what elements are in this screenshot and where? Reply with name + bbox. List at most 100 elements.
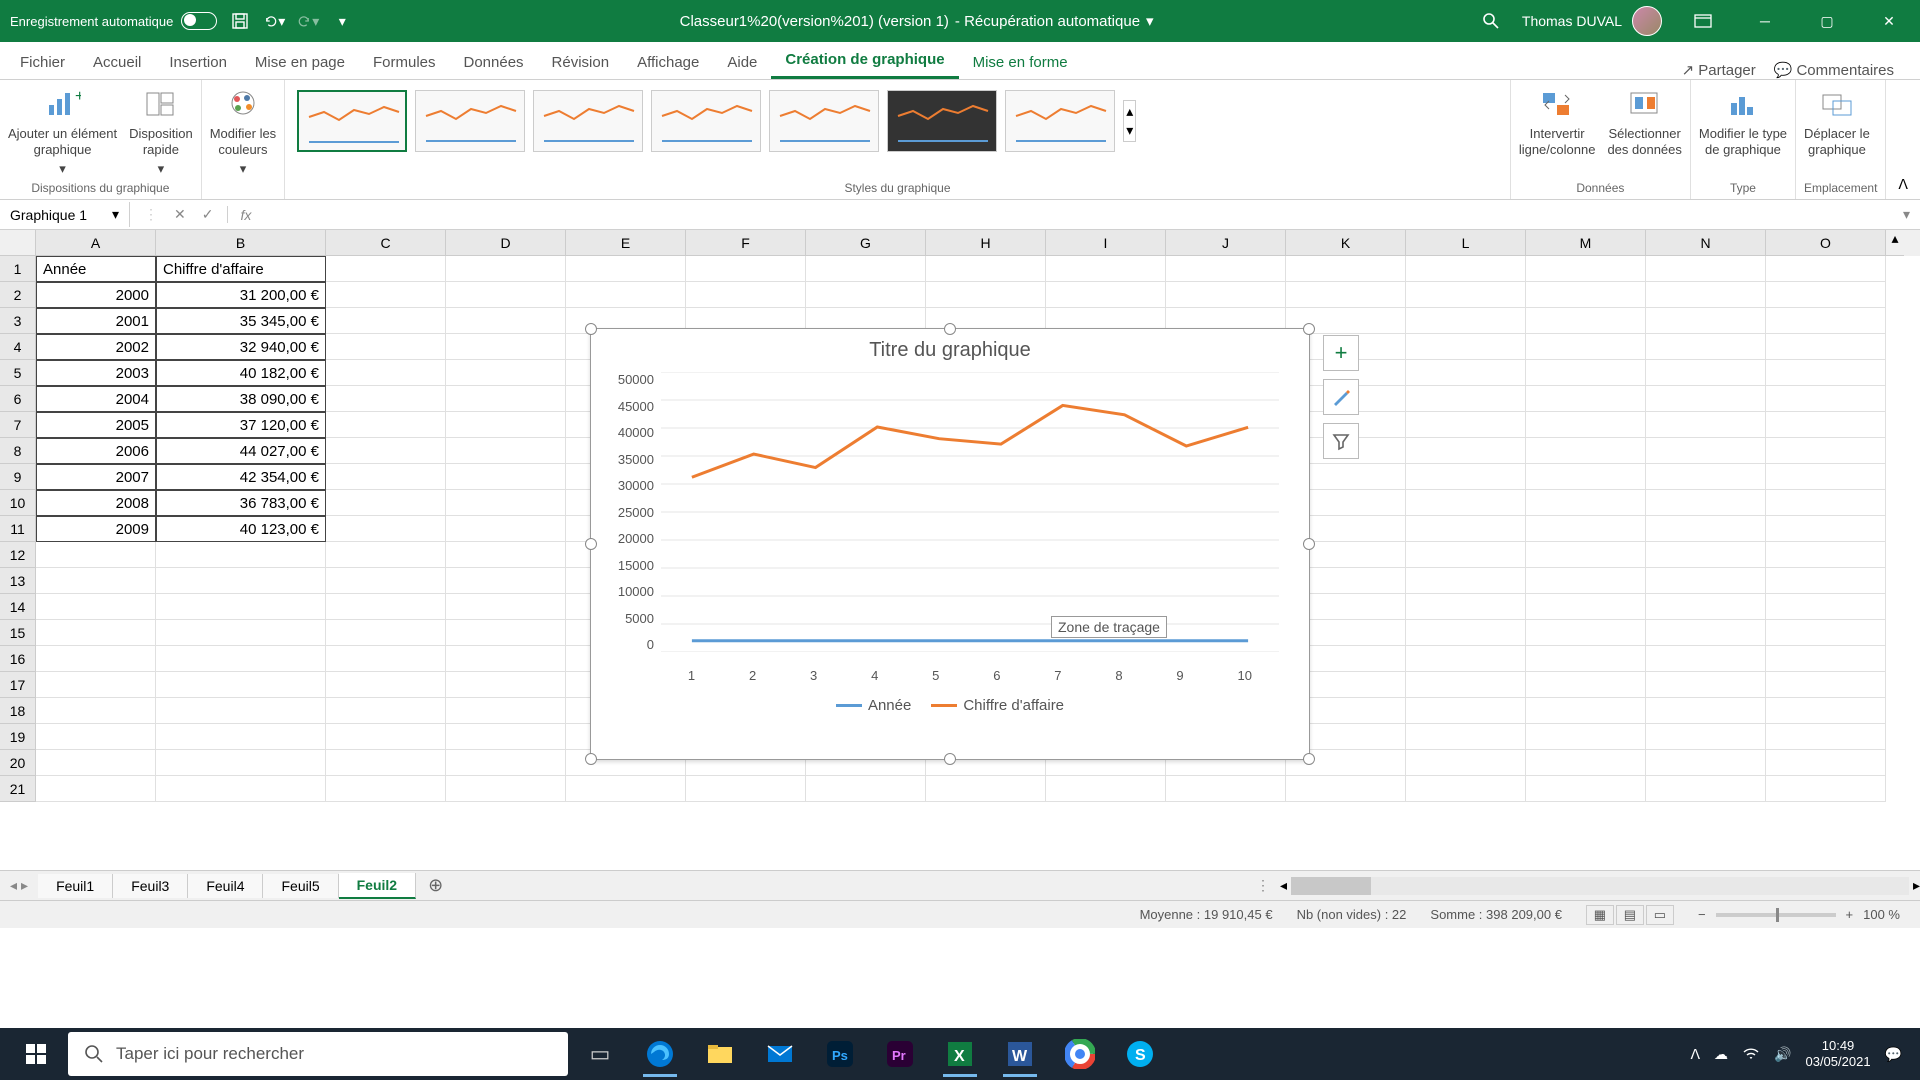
- search-icon[interactable]: [1480, 10, 1502, 32]
- cell[interactable]: [1766, 568, 1886, 594]
- row-header-18[interactable]: 18: [0, 698, 36, 724]
- cell[interactable]: [446, 334, 566, 360]
- col-header-J[interactable]: J: [1166, 230, 1286, 256]
- user-account[interactable]: Thomas DUVAL: [1522, 6, 1662, 36]
- cell[interactable]: [566, 282, 686, 308]
- premiere-icon[interactable]: Pr: [872, 1030, 928, 1078]
- row-header-5[interactable]: 5: [0, 360, 36, 386]
- cell[interactable]: [1406, 386, 1526, 412]
- row-header-9[interactable]: 9: [0, 464, 36, 490]
- cell[interactable]: [1646, 438, 1766, 464]
- hscroll-left-icon[interactable]: ◂: [1280, 877, 1287, 894]
- cell[interactable]: [326, 360, 446, 386]
- tab-home[interactable]: Accueil: [79, 46, 155, 79]
- cell[interactable]: [1526, 464, 1646, 490]
- cell[interactable]: [566, 776, 686, 802]
- cell[interactable]: [1646, 412, 1766, 438]
- skype-icon[interactable]: S: [1112, 1030, 1168, 1078]
- cell[interactable]: [156, 594, 326, 620]
- cell[interactable]: [1526, 672, 1646, 698]
- cell[interactable]: [326, 386, 446, 412]
- row-header-2[interactable]: 2: [0, 282, 36, 308]
- dropdown-icon[interactable]: ⋮: [144, 206, 158, 223]
- col-header-E[interactable]: E: [566, 230, 686, 256]
- cell[interactable]: [326, 490, 446, 516]
- row-header-1[interactable]: 1: [0, 256, 36, 282]
- move-chart-button[interactable]: Déplacer le graphique: [1804, 86, 1870, 157]
- start-button[interactable]: [8, 1030, 64, 1078]
- cell[interactable]: [1766, 750, 1886, 776]
- cell[interactable]: [36, 646, 156, 672]
- row-header-19[interactable]: 19: [0, 724, 36, 750]
- tab-prev-icon[interactable]: ◂: [10, 877, 17, 894]
- cell[interactable]: [446, 438, 566, 464]
- col-header-A[interactable]: A: [36, 230, 156, 256]
- cell[interactable]: [1406, 724, 1526, 750]
- cell[interactable]: [1766, 672, 1886, 698]
- cell[interactable]: 40 182,00 €: [156, 360, 326, 386]
- col-header-N[interactable]: N: [1646, 230, 1766, 256]
- cell[interactable]: [446, 568, 566, 594]
- cell[interactable]: [1406, 308, 1526, 334]
- col-header-C[interactable]: C: [326, 230, 446, 256]
- cell[interactable]: 2005: [36, 412, 156, 438]
- cell[interactable]: [1406, 256, 1526, 282]
- cell[interactable]: [566, 256, 686, 282]
- add-sheet-icon[interactable]: ⊕: [416, 875, 455, 896]
- cell[interactable]: [1766, 438, 1886, 464]
- row-header-10[interactable]: 10: [0, 490, 36, 516]
- cell[interactable]: [1406, 334, 1526, 360]
- tab-view[interactable]: Affichage: [623, 46, 713, 79]
- col-header-F[interactable]: F: [686, 230, 806, 256]
- chart-style-4[interactable]: [651, 90, 761, 152]
- excel-icon[interactable]: X: [932, 1030, 988, 1078]
- cell[interactable]: [446, 672, 566, 698]
- cell[interactable]: [1766, 516, 1886, 542]
- add-chart-element-button[interactable]: +Ajouter un élément graphique ▾: [8, 86, 117, 177]
- cell[interactable]: [1646, 568, 1766, 594]
- col-header-L[interactable]: L: [1406, 230, 1526, 256]
- cell[interactable]: [156, 750, 326, 776]
- cell[interactable]: [326, 594, 446, 620]
- cell[interactable]: [1646, 750, 1766, 776]
- legend-item-2[interactable]: Chiffre d'affaire: [931, 697, 1064, 714]
- cell[interactable]: [446, 464, 566, 490]
- cell[interactable]: 44 027,00 €: [156, 438, 326, 464]
- cell[interactable]: [36, 594, 156, 620]
- cell[interactable]: [1766, 334, 1886, 360]
- fx-icon[interactable]: fx: [228, 207, 263, 223]
- row-header-3[interactable]: 3: [0, 308, 36, 334]
- cell[interactable]: [1406, 750, 1526, 776]
- cell[interactable]: [1646, 308, 1766, 334]
- cell[interactable]: [1646, 490, 1766, 516]
- cell[interactable]: [446, 724, 566, 750]
- cell[interactable]: [446, 542, 566, 568]
- cell[interactable]: [326, 282, 446, 308]
- undo-icon[interactable]: ▾: [263, 10, 285, 32]
- cell[interactable]: [1646, 282, 1766, 308]
- cell[interactable]: [1406, 568, 1526, 594]
- cell[interactable]: [1646, 724, 1766, 750]
- cell[interactable]: [1046, 776, 1166, 802]
- chart-style-2[interactable]: [415, 90, 525, 152]
- tab-file[interactable]: Fichier: [6, 46, 79, 79]
- chart-filter-icon[interactable]: [1323, 423, 1359, 459]
- wifi-icon[interactable]: [1742, 1045, 1760, 1063]
- cell[interactable]: [326, 256, 446, 282]
- cell[interactable]: [1406, 698, 1526, 724]
- change-chart-type-button[interactable]: Modifier le type de graphique: [1699, 86, 1787, 157]
- cell[interactable]: [1766, 620, 1886, 646]
- cell[interactable]: 2003: [36, 360, 156, 386]
- cell[interactable]: [1526, 438, 1646, 464]
- cell[interactable]: [36, 672, 156, 698]
- cell[interactable]: [1766, 308, 1886, 334]
- cell[interactable]: [446, 360, 566, 386]
- cell[interactable]: [446, 594, 566, 620]
- cell[interactable]: [1526, 542, 1646, 568]
- zoom-out-icon[interactable]: −: [1698, 907, 1706, 922]
- onedrive-icon[interactable]: ☁: [1714, 1046, 1728, 1063]
- cell[interactable]: [326, 776, 446, 802]
- edge-icon[interactable]: [632, 1030, 688, 1078]
- cell[interactable]: [1766, 256, 1886, 282]
- select-data-button[interactable]: Sélectionner des données: [1607, 86, 1681, 157]
